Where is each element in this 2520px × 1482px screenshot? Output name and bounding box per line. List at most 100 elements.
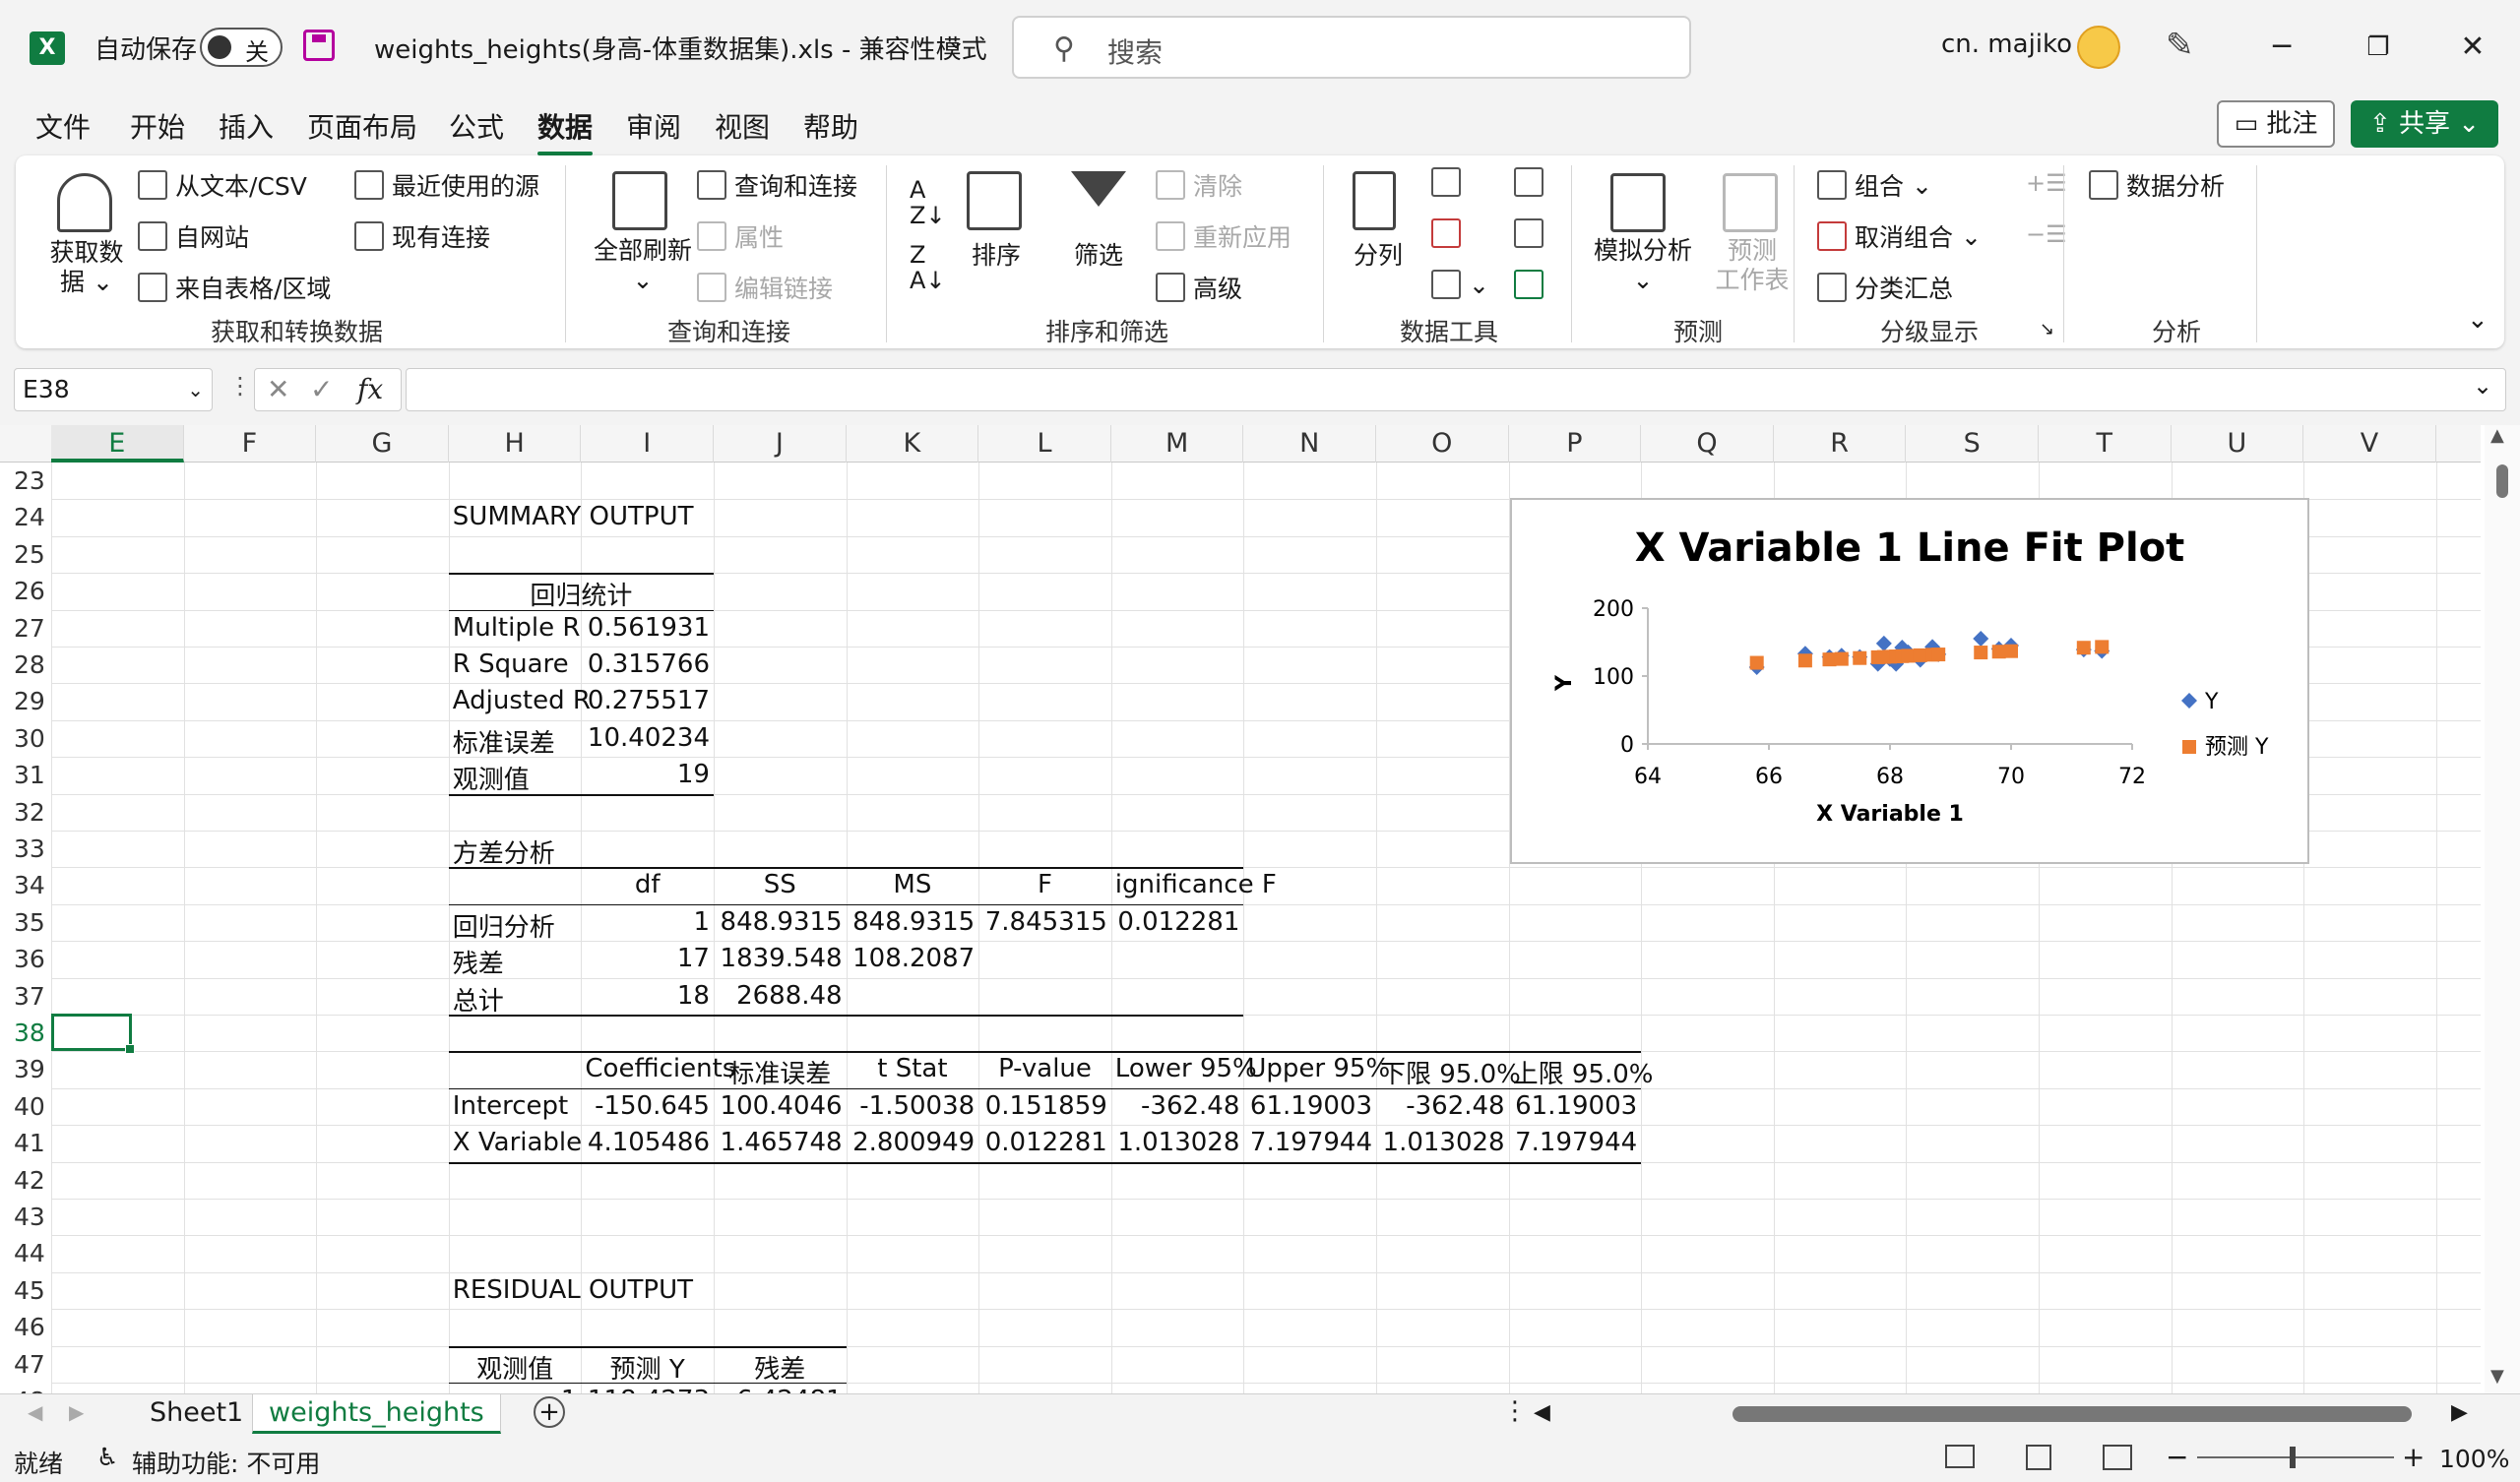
from-web-button[interactable]: 自网站	[138, 218, 249, 254]
column-header[interactable]: U	[2172, 425, 2304, 463]
row-header[interactable]: 42	[0, 1166, 51, 1203]
avatar[interactable]	[2077, 26, 2120, 69]
column-header[interactable]: F	[184, 425, 317, 463]
tab-view[interactable]: 视图	[715, 106, 770, 146]
scroll-up-icon[interactable]: ▲	[2490, 425, 2504, 446]
sort-button[interactable]: 排序	[969, 236, 1024, 272]
row-header[interactable]: 28	[0, 650, 51, 687]
share-button[interactable]: ⇪ 共享 ⌄	[2351, 100, 2498, 148]
restore-button[interactable]: ❐	[2349, 20, 2408, 75]
consolidate-button[interactable]	[1514, 167, 1544, 197]
edit-links-button[interactable]: 编辑链接	[697, 270, 833, 305]
row-header[interactable]: 26	[0, 577, 51, 613]
row-header[interactable]: 24	[0, 503, 51, 539]
column-header[interactable]: P	[1509, 425, 1642, 463]
row-header[interactable]: 35	[0, 908, 51, 945]
hide-detail-icon[interactable]: −☰	[2026, 220, 2067, 248]
column-header[interactable]: J	[714, 425, 847, 463]
row-header[interactable]: 30	[0, 724, 51, 761]
minimize-button[interactable]: ─	[2252, 20, 2311, 75]
tab-data[interactable]: 数据	[537, 106, 594, 155]
row-header[interactable]: 33	[0, 834, 51, 871]
close-button[interactable]: ✕	[2443, 20, 2502, 75]
text-to-columns-button[interactable]: 分列	[1351, 236, 1406, 272]
row-header[interactable]: 38	[0, 1019, 51, 1055]
tab-splitter-icon[interactable]: ⋮	[1502, 1396, 1528, 1426]
horizontal-scroll-thumb[interactable]	[1732, 1406, 2412, 1422]
formula-input[interactable]	[406, 368, 2506, 411]
row-header[interactable]: 36	[0, 945, 51, 981]
expand-formula-icon[interactable]: ⌄	[2473, 372, 2492, 400]
save-icon[interactable]	[303, 30, 335, 61]
sort-descending-icon[interactable]: Z A↓	[910, 242, 946, 293]
column-header[interactable]: L	[978, 425, 1111, 463]
selected-cell[interactable]	[51, 1014, 135, 1054]
row-header[interactable]: 39	[0, 1055, 51, 1091]
manage-data-model-button[interactable]	[1514, 270, 1544, 299]
autosave-toggle[interactable]: 关	[200, 28, 283, 67]
what-if-button[interactable]: 模拟分析 ⌄	[1589, 236, 1697, 295]
line-fit-plot-chart[interactable]: X Variable 1 Line Fit Plot 64 66 68 70 72 0 100…	[1510, 498, 2309, 864]
column-header[interactable]: N	[1243, 425, 1376, 463]
column-header[interactable]: I	[581, 425, 714, 463]
page-break-view-icon[interactable]	[2103, 1445, 2132, 1470]
row-header[interactable]: 44	[0, 1239, 51, 1275]
column-header[interactable]: S	[1906, 425, 2039, 463]
column-header[interactable]: G	[316, 425, 449, 463]
scroll-thumb[interactable]	[2496, 464, 2508, 498]
sort-ascending-icon[interactable]: A Z↓	[910, 177, 946, 228]
scroll-down-icon[interactable]: ▼	[2490, 1366, 2504, 1387]
sheet-tab-sheet1[interactable]: Sheet1	[134, 1394, 259, 1434]
tab-help[interactable]: 帮助	[803, 106, 858, 146]
from-text-button[interactable]: 从文本/CSV	[138, 167, 307, 203]
zoom-in-icon[interactable]: +	[2402, 1441, 2425, 1473]
tab-file[interactable]: 文件	[35, 106, 91, 146]
refresh-all-button[interactable]: 全部刷新 ⌄	[587, 236, 699, 295]
scroll-right-icon[interactable]: ▶	[2451, 1400, 2468, 1425]
comments-button[interactable]: ▭ 批注	[2217, 100, 2335, 148]
add-sheet-icon[interactable]: +	[534, 1396, 565, 1428]
name-box[interactable]: E38 ⌄	[14, 368, 213, 411]
column-header[interactable]: E	[51, 425, 184, 463]
row-header[interactable]: 23	[0, 466, 51, 503]
tab-home[interactable]: 开始	[130, 106, 185, 146]
column-header[interactable]: R	[1774, 425, 1907, 463]
queries-connections-button[interactable]: 查询和连接	[697, 167, 857, 203]
relationships-button[interactable]	[1514, 218, 1544, 248]
row-header[interactable]: 27	[0, 614, 51, 650]
accessibility-icon[interactable]: ♿	[96, 1443, 118, 1471]
vertical-scrollbar[interactable]: ▲ ▼	[2485, 425, 2520, 1393]
column-header[interactable]: T	[2039, 425, 2172, 463]
dialog-launcher-icon[interactable]: ↘	[2040, 319, 2054, 340]
tab-insert[interactable]: 插入	[219, 106, 274, 146]
advanced-button[interactable]: 高级	[1156, 270, 1242, 305]
user-name[interactable]: cn. majiko	[1941, 30, 2072, 59]
column-header[interactable]: V	[2303, 425, 2436, 463]
normal-view-icon[interactable]	[1945, 1445, 1975, 1468]
zoom-out-icon[interactable]: −	[2166, 1441, 2188, 1473]
sheet-tab-weights-heights[interactable]: weights_heights	[252, 1394, 501, 1434]
row-header[interactable]: 43	[0, 1203, 51, 1239]
row-header[interactable]: 37	[0, 982, 51, 1019]
column-header[interactable]: Q	[1641, 425, 1774, 463]
prev-sheet-icon[interactable]: ◀	[28, 1400, 42, 1424]
chevron-down-icon[interactable]: ⌄	[947, 30, 965, 54]
tab-page-layout[interactable]: 页面布局	[307, 106, 417, 146]
subtotal-button[interactable]: 分类汇总	[1817, 270, 1953, 305]
zoom-slider[interactable]	[2197, 1456, 2394, 1458]
zoom-slider-thumb[interactable]	[2290, 1447, 2296, 1468]
filter-button[interactable]: 筛选	[1069, 236, 1128, 272]
remove-duplicates-button[interactable]	[1431, 218, 1461, 248]
column-header[interactable]: H	[449, 425, 582, 463]
zoom-level[interactable]: 100%	[2439, 1445, 2509, 1473]
get-data-button[interactable]: 获取数据 ⌄	[39, 238, 134, 297]
existing-connections-button[interactable]: 现有连接	[354, 218, 490, 254]
cancel-icon[interactable]: ✕	[267, 373, 289, 405]
scroll-left-icon[interactable]: ◀	[1534, 1400, 1550, 1425]
accessibility-status[interactable]: 辅助功能: 不可用	[132, 1445, 320, 1480]
column-header[interactable]: O	[1376, 425, 1509, 463]
row-header[interactable]: 31	[0, 761, 51, 797]
row-header[interactable]: 45	[0, 1276, 51, 1313]
forecast-sheet-button[interactable]: 预测 工作表	[1713, 236, 1792, 295]
insert-function-icon[interactable]: fx	[357, 369, 383, 410]
